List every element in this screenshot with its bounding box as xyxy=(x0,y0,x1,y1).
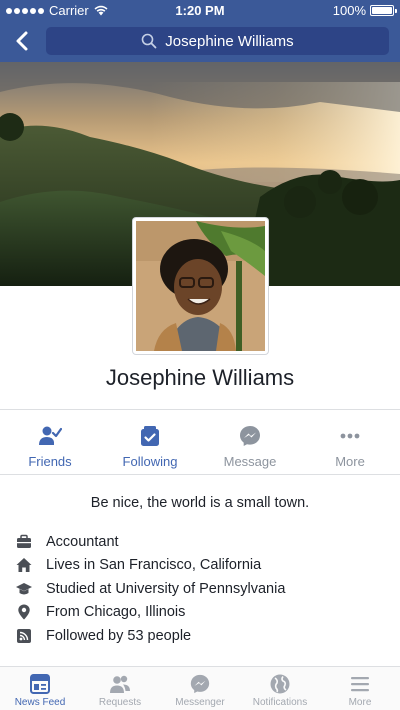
graduation-cap-icon xyxy=(16,581,32,597)
following-icon xyxy=(141,426,159,446)
friends-label: Friends xyxy=(28,454,72,469)
info-work-text: Accountant xyxy=(46,533,119,550)
tab-notifications[interactable]: Notifications xyxy=(240,667,320,710)
info-item-lives: Lives in San Francisco, California xyxy=(16,554,386,578)
messenger-icon xyxy=(240,426,260,446)
profile-actions: Friends Following Message More xyxy=(0,414,400,474)
info-hometown-text: From Chicago, Illinois xyxy=(46,604,186,621)
tab-notifications-label: Notifications xyxy=(252,697,308,708)
profile-name: Josephine Williams xyxy=(105,365,295,390)
battery-percent: 100% xyxy=(332,3,366,18)
tab-requests[interactable]: Requests xyxy=(80,667,160,710)
tab-news-feed-label: News Feed xyxy=(14,697,66,708)
search-input[interactable]: Josephine Williams xyxy=(46,27,389,55)
info-item-education: Studied at University of Pennsylvania xyxy=(16,577,386,601)
menu-icon xyxy=(351,677,369,692)
tab-messenger[interactable]: Messenger xyxy=(160,667,240,710)
divider xyxy=(0,409,400,410)
info-followers-text: Followed by 53 people xyxy=(46,627,192,644)
message-button[interactable]: Message xyxy=(200,414,300,474)
more-dots-icon xyxy=(340,433,360,439)
tab-more-label: More xyxy=(348,697,372,708)
profile-bio: Be nice, the world is a small town. xyxy=(90,495,310,511)
following-label: Following xyxy=(122,454,178,469)
top-navigation-bar: Carrier 1:20 PM 100% Josephine Williams xyxy=(0,0,400,62)
requests-icon xyxy=(110,675,130,693)
intro-info-list: Accountant Lives in San Francisco, Calif… xyxy=(16,530,386,648)
news-feed-icon xyxy=(30,674,50,694)
info-item-work: Accountant xyxy=(16,530,386,554)
chevron-left-icon xyxy=(16,31,28,51)
tab-requests-label: Requests xyxy=(98,697,142,708)
profile-picture[interactable] xyxy=(133,218,268,354)
status-bar: Carrier 1:20 PM 100% xyxy=(0,0,400,20)
friends-button[interactable]: Friends xyxy=(0,414,100,474)
search-icon xyxy=(141,33,157,49)
messenger-icon xyxy=(190,674,210,694)
rss-icon xyxy=(16,628,32,644)
friend-check-icon xyxy=(39,426,62,445)
message-label: Message xyxy=(223,454,277,469)
divider xyxy=(0,474,400,475)
info-item-followers: Followed by 53 people xyxy=(16,624,386,648)
tab-messenger-label: Messenger xyxy=(175,697,225,708)
briefcase-icon xyxy=(16,534,32,550)
battery-icon xyxy=(370,5,397,16)
following-button[interactable]: Following xyxy=(100,414,200,474)
info-lives-text: Lives in San Francisco, California xyxy=(46,557,262,574)
back-button[interactable] xyxy=(10,28,36,54)
home-icon xyxy=(16,557,32,573)
location-pin-icon xyxy=(16,604,32,620)
tab-more[interactable]: More xyxy=(320,667,400,710)
globe-icon xyxy=(270,674,290,694)
info-education-text: Studied at University of Pennsylvania xyxy=(46,580,286,597)
search-text: Josephine Williams xyxy=(165,32,294,50)
more-label: More xyxy=(335,454,365,469)
info-item-hometown: From Chicago, Illinois xyxy=(16,601,386,625)
more-button[interactable]: More xyxy=(300,414,400,474)
tab-news-feed[interactable]: News Feed xyxy=(0,667,80,710)
bottom-tab-bar: News Feed Requests Messenger Notificatio… xyxy=(0,666,400,710)
